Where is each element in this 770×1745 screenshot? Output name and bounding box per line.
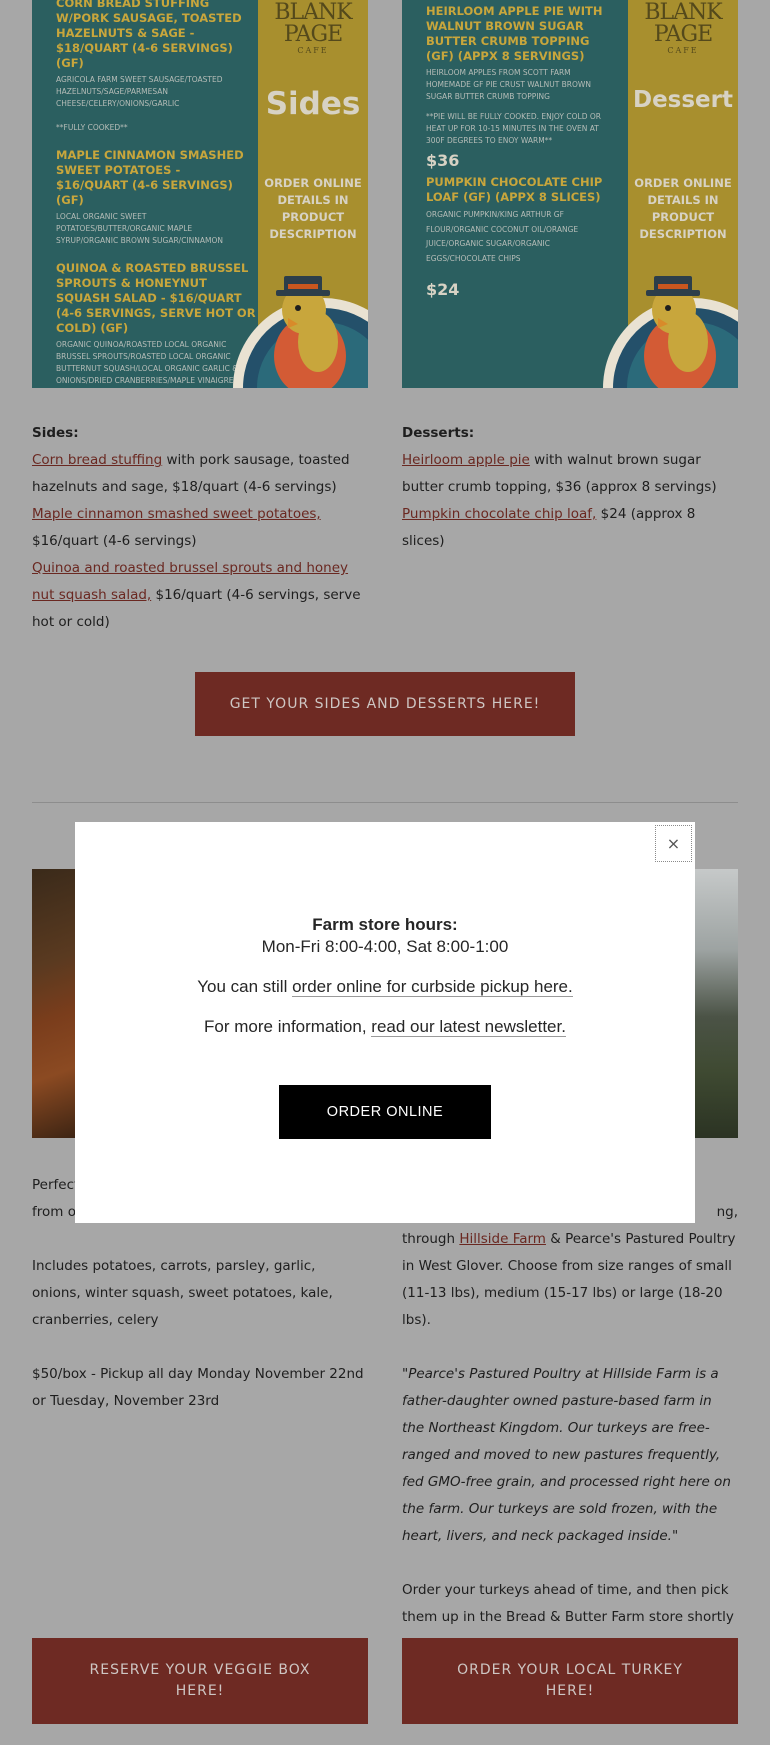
veggie-includes: Includes potatoes, carrots, parsley, gar…: [32, 1258, 333, 1328]
turkey-illustration: [233, 276, 368, 388]
flyer-item-name: CORN BREAD STUFFING W/PORK SAUSAGE, TOAS…: [56, 0, 242, 70]
turkey-description: ng, through Hillside Farm & Pearce's Pas…: [402, 1199, 738, 1658]
flyer-panel-title: Sides: [265, 86, 361, 122]
dessert-item-pie: Heirloom apple pie with walnut brown sug…: [402, 447, 738, 501]
order-local-turkey-button[interactable]: ORDER YOUR LOCAL TURKEY HERE!: [402, 1638, 738, 1724]
desserts-flyer-menu: HEIRLOOM APPLE PIE WITH WALNUT BROWN SUG…: [426, 4, 612, 304]
sweet-potatoes-link[interactable]: Maple cinnamon smashed sweet potatoes,: [32, 506, 321, 522]
flyer-item-price: $24: [426, 280, 460, 299]
section-divider: [32, 802, 738, 803]
flyer-item-desc: AGRICOLA FARM SWEET SAUSAGE/TOASTED HAZE…: [56, 75, 223, 132]
sides-description: Sides: Corn bread stuffing with pork sau…: [32, 420, 368, 636]
modal-content: Farm store hours: Mon-Fri 8:00-4:00, Sat…: [75, 914, 695, 1038]
newsletter-link[interactable]: read our latest newsletter.: [371, 1017, 566, 1037]
turkey-farm-quote: "Pearce's Pastured Poultry at Hillside F…: [402, 1366, 731, 1544]
sides-item-maple: Maple cinnamon smashed sweet potatoes, $…: [32, 501, 368, 555]
farm-store-hours-modal: × Farm store hours: Mon-Fri 8:00-4:00, S…: [75, 822, 695, 1223]
flyer-item-name: QUINOA & ROASTED BRUSSEL SPROUTS & HONEY…: [56, 261, 256, 335]
line-prefix: You can still: [197, 977, 293, 996]
sides-flyer-image: CORN BREAD STUFFING W/PORK SAUSAGE, TOAS…: [32, 0, 368, 388]
line-prefix: For more information,: [204, 1017, 372, 1036]
flyer-item-price: $36: [426, 151, 460, 170]
flyer-item-note: **PIE WILL BE FULLY COOKED. ENJOY COLD O…: [426, 112, 601, 145]
newsletter-line: For more information, read our latest ne…: [75, 1016, 695, 1038]
turkey-photo: [695, 869, 738, 1138]
flyer-item-desc: HEIRLOOM APPLES FROM SCOTT FARM HOMEMADE…: [426, 68, 591, 101]
turkey-illustration: [603, 276, 738, 388]
flyer-item-name: PUMPKIN CHOCOLATE CHIP LOAF (GF) (APPX 8…: [426, 175, 603, 204]
desserts-heading: Desserts:: [402, 425, 475, 441]
flyer-panel-title: Dessert: [632, 87, 733, 113]
turkey-farm-info: through Hillside Farm & Pearce's Pasture…: [402, 1226, 738, 1334]
close-icon[interactable]: ×: [655, 825, 692, 862]
veggie-box-photo: [32, 869, 76, 1138]
desserts-description: Desserts: Heirloom apple pie with walnut…: [402, 420, 738, 555]
reserve-veggie-box-button[interactable]: RESERVE YOUR VEGGIE BOX HERE!: [32, 1638, 368, 1724]
sides-item-quinoa: Quinoa and roasted brussel sprouts and h…: [32, 555, 368, 636]
flyer-panel-order-note: ORDER ONLINE DETAILS IN PRODUCT DESCRIPT…: [264, 176, 362, 241]
item-details: $16/quart (4-6 servings): [32, 533, 197, 549]
order-online-button[interactable]: ORDER ONLINE: [279, 1085, 491, 1139]
sides-flyer-menu: CORN BREAD STUFFING W/PORK SAUSAGE, TOAS…: [56, 0, 256, 388]
blank-page-cafe-logo: BLANK PAGE CAFE: [274, 0, 352, 56]
flyer-item-name: MAPLE CINNAMON SMASHED SWEET POTATOES - …: [56, 148, 244, 207]
turkey-text: through: [402, 1231, 460, 1247]
curbside-pickup-link[interactable]: order online for curbside pickup here.: [292, 977, 573, 997]
blank-page-cafe-logo: BLANK PAGE CAFE: [644, 0, 722, 56]
hillside-farm-link[interactable]: Hillside Farm: [459, 1231, 546, 1247]
sides-heading: Sides:: [32, 425, 79, 441]
store-hours: Mon-Fri 8:00-4:00, Sat 8:00-1:00: [261, 937, 509, 956]
dessert-item-loaf: Pumpkin chocolate chip loaf, $24 (approx…: [402, 501, 738, 555]
pumpkin-loaf-link[interactable]: Pumpkin chocolate chip loaf,: [402, 506, 596, 522]
flyer-item-name: HEIRLOOM APPLE PIE WITH WALNUT BROWN SUG…: [426, 4, 603, 63]
desserts-flyer-image: HEIRLOOM APPLE PIE WITH WALNUT BROWN SUG…: [402, 0, 738, 388]
veggie-price-pickup: $50/box - Pickup all day Monday November…: [32, 1366, 364, 1409]
modal-title: Farm store hours:: [312, 915, 458, 934]
flyer-item-desc: LOCAL ORGANIC SWEET POTATOES/BUTTER/ORGA…: [56, 212, 223, 245]
apple-pie-link[interactable]: Heirloom apple pie: [402, 452, 530, 468]
corn-bread-stuffing-link[interactable]: Corn bread stuffing: [32, 452, 162, 468]
order-online-line: You can still order online for curbside …: [75, 976, 695, 998]
sides-item-corn: Corn bread stuffing with pork sausage, t…: [32, 447, 368, 501]
flyer-panel-order-note: ORDER ONLINE DETAILS IN PRODUCT DESCRIPT…: [634, 176, 732, 241]
get-sides-desserts-button[interactable]: GET YOUR SIDES AND DESSERTS HERE!: [195, 672, 575, 736]
flyer-item-desc: ORGANIC QUINOA/ROASTED LOCAL ORGANIC BRU…: [56, 340, 248, 385]
flyer-item-desc: ORGANIC PUMPKIN/KING ARTHUR GF FLOUR/ORG…: [426, 210, 579, 263]
